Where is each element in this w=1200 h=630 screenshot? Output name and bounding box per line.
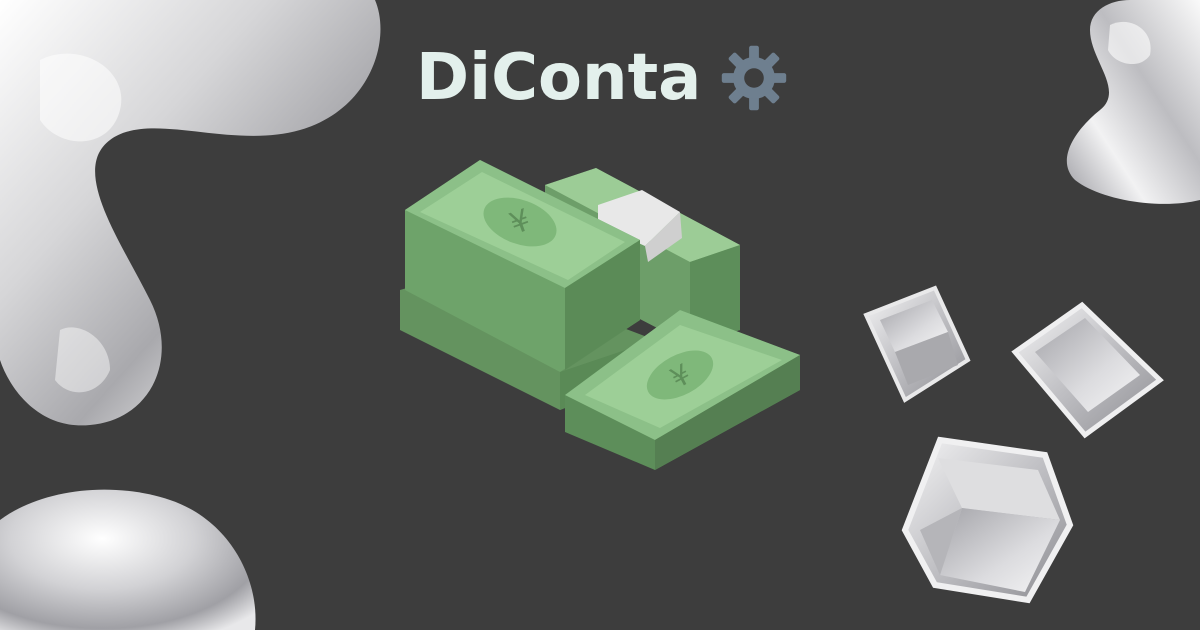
brand-logo: DiConta <box>416 38 789 118</box>
brand-name: DiConta <box>416 41 702 115</box>
hero-banner: ¥ ¥ DiConta <box>0 0 1200 630</box>
gear-icon <box>722 45 787 111</box>
